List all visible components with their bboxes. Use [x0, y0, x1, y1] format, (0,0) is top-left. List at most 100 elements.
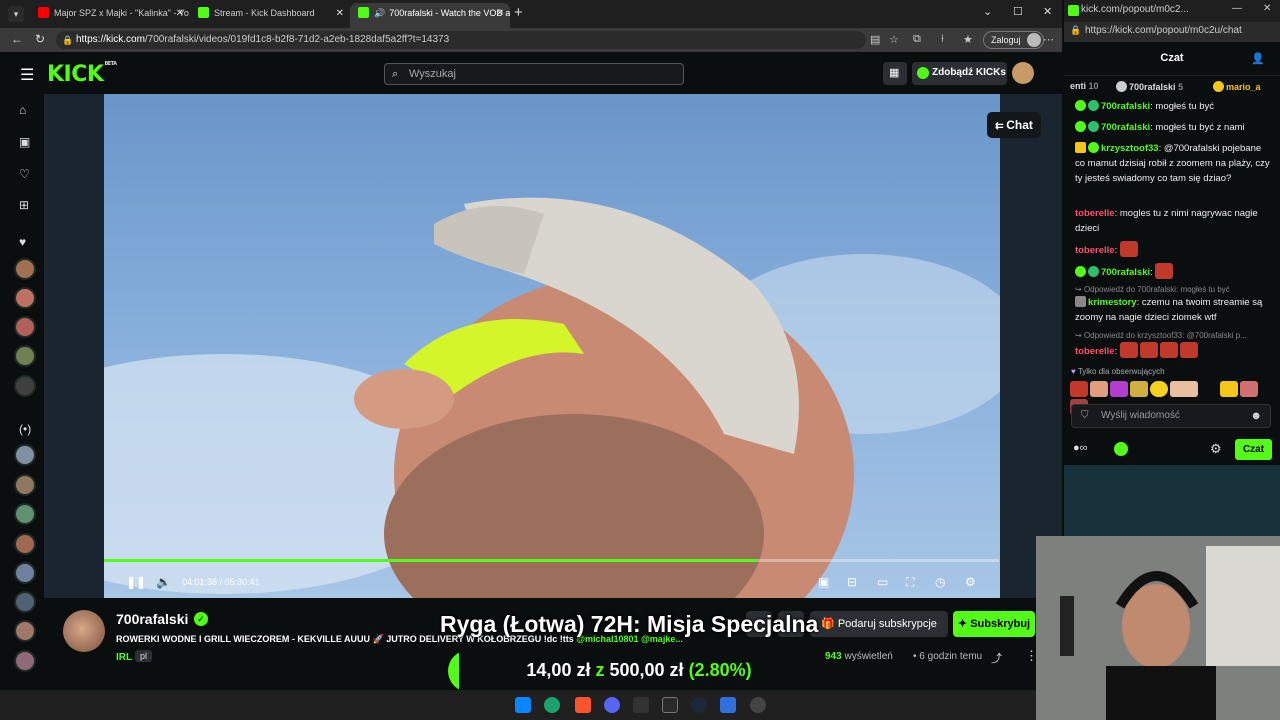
home-icon[interactable]: ⌂ — [19, 103, 26, 117]
user-settings-icon[interactable]: 👤 — [1251, 52, 1265, 65]
chat-settings-gear-icon[interactable]: ⚙ — [1210, 441, 1222, 457]
followed-channel-avatar[interactable] — [14, 345, 36, 367]
dashboard-button[interactable]: ▦ — [883, 62, 907, 85]
chat-username[interactable]: toberelle — [1075, 208, 1115, 219]
chat-username[interactable]: 700rafalski — [1101, 101, 1150, 112]
followed-channel-avatar[interactable] — [14, 287, 36, 309]
minimize-icon[interactable]: — — [1232, 3, 1242, 14]
chevron-down-icon[interactable]: ⌄ — [983, 5, 992, 18]
chat-username[interactable]: krzysztoof33 — [1101, 143, 1159, 154]
close-window-icon[interactable]: ✕ — [1263, 3, 1271, 14]
recommended-channel-avatar[interactable] — [14, 444, 36, 466]
get-kicks-button[interactable]: Zdobądź KICKs — [912, 62, 1007, 85]
category-link[interactable]: IRL — [116, 652, 132, 663]
extension-icon[interactable]: ⧉ — [913, 33, 921, 46]
chat-username[interactable]: 700rafalski — [1101, 122, 1150, 133]
chat-username[interactable]: krimestory — [1088, 297, 1137, 308]
more-menu-icon[interactable]: ⋯ — [1043, 33, 1054, 46]
recommended-channel-avatar[interactable] — [14, 503, 36, 525]
close-tab-icon[interactable]: ✕ — [336, 3, 344, 24]
media-app-icon[interactable] — [633, 697, 649, 713]
emote-icon[interactable] — [1070, 381, 1088, 397]
kicks-coin-icon[interactable] — [1114, 442, 1128, 456]
chat-message-input[interactable]: ⛉ Wyślij wiadomość ☻ — [1071, 404, 1271, 428]
followed-channel-avatar[interactable] — [14, 316, 36, 338]
user-avatar[interactable] — [1012, 62, 1034, 84]
star-icon[interactable]: ☆ — [889, 33, 899, 46]
reply-context[interactable]: ↪ Odpowiedź do krzysztoof33: @700rafalsk… — [1075, 331, 1247, 340]
kick-logo[interactable]: KICKBETA — [47, 61, 117, 87]
emote-icon[interactable] — [1200, 381, 1218, 397]
close-tab-icon[interactable]: ✕ — [496, 3, 504, 24]
pause-icon[interactable]: ❚❚ — [126, 575, 146, 589]
emote-icon[interactable] — [1130, 381, 1148, 397]
emote-icon[interactable] — [1150, 381, 1168, 397]
settings-gear-icon[interactable]: ⚙ — [965, 575, 976, 589]
emote-icon[interactable] — [1110, 381, 1128, 397]
chat-send-button[interactable]: Czat — [1235, 439, 1272, 460]
edge-icon[interactable] — [544, 697, 560, 713]
epic-games-icon[interactable] — [662, 697, 678, 713]
reload-icon[interactable]: ↻ — [35, 32, 45, 46]
tab-kick-dashboard[interactable]: Stream - Kick Dashboard ✕ — [190, 3, 350, 28]
miniplayer-icon[interactable]: ▣ — [818, 575, 829, 589]
followed-channel-avatar[interactable] — [14, 375, 36, 397]
obs-icon[interactable] — [750, 697, 766, 713]
recommended-channel-avatar[interactable] — [14, 533, 36, 555]
maximize-icon[interactable]: ☐ — [1013, 5, 1023, 18]
close-window-icon[interactable]: ✕ — [1043, 5, 1052, 18]
reader-icon[interactable]: ▤ — [870, 33, 880, 46]
favorites-icon[interactable]: ★ — [963, 33, 973, 46]
subscribe-button[interactable]: ✦ Subskrybuj — [953, 611, 1035, 637]
volume-icon[interactable]: 🔉 — [156, 575, 171, 589]
back-icon[interactable]: ← — [11, 32, 23, 46]
windows-start-icon[interactable] — [515, 697, 531, 713]
close-tab-icon[interactable]: ✕ — [176, 3, 184, 24]
followed-channel-avatar[interactable] — [14, 258, 36, 280]
streamer-avatar[interactable] — [63, 610, 105, 652]
search-input[interactable]: ⌕ Wyszukaj — [384, 63, 684, 85]
clip-icon[interactable]: ⊟ — [847, 575, 857, 589]
share-icon[interactable]: ⤴ — [991, 650, 1002, 666]
popout-url[interactable]: https://kick.com/popout/m0c2u/chat — [1085, 25, 1242, 36]
video-player[interactable] — [104, 94, 1000, 598]
emote-icon[interactable] — [1090, 381, 1108, 397]
video-progress-bar[interactable] — [104, 559, 999, 562]
emote-icon[interactable] — [1220, 381, 1238, 397]
chat-username[interactable]: toberelle — [1075, 245, 1115, 256]
recommended-channel-avatar[interactable] — [14, 620, 36, 642]
recommended-channel-avatar[interactable] — [14, 650, 36, 672]
streamer-name[interactable]: 700rafalski — [116, 611, 188, 627]
steam-icon[interactable] — [691, 697, 707, 713]
brave-icon[interactable] — [575, 697, 591, 713]
menu-icon[interactable]: ☰ — [20, 65, 34, 85]
following-icon[interactable]: ♡ — [19, 167, 30, 181]
chat-username[interactable]: 700rafalski — [1101, 267, 1150, 278]
browse-icon[interactable]: ▣ — [19, 135, 30, 149]
chat-toggle-button[interactable]: ⇇ Chat — [987, 112, 1041, 138]
categories-icon[interactable]: ⊞ — [19, 198, 29, 212]
tab-youtube[interactable]: Major SPZ x Majki - "Kalinka" - Yo ✕ — [30, 3, 190, 28]
kick-header: ☰ KICKBETA ⌕ Wyszukaj ▦ Zdobądź KICKs — [0, 52, 1062, 94]
split-icon[interactable]: ⟊ — [941, 33, 944, 46]
theatre-mode-icon[interactable]: ▭ — [877, 575, 888, 589]
tab-kick-vod[interactable]: 🔊 700rafalski - Watch the VOD a ✕ — [350, 3, 510, 28]
fullscreen-icon[interactable]: ⛶ — [906, 575, 914, 590]
emote-icon[interactable] — [1240, 381, 1258, 397]
app-icon[interactable] — [720, 697, 736, 713]
points-icon[interactable]: ●∞ — [1073, 442, 1088, 454]
recommended-channel-avatar[interactable] — [14, 591, 36, 613]
url-field[interactable]: 🔒 https://kick.com/700rafalski/videos/019… — [56, 31, 866, 49]
recommended-channel-avatar[interactable] — [14, 474, 36, 496]
tab-list-dropdown[interactable]: ▾ — [8, 6, 24, 22]
emoji-icon[interactable]: ☻ — [1250, 405, 1262, 427]
login-button[interactable]: Zaloguj — [983, 31, 1044, 49]
gift-subscription-button[interactable]: 🎁 Podaruj subskrypcje — [810, 611, 948, 637]
recommended-channel-avatar[interactable] — [14, 562, 36, 584]
speed-icon[interactable]: ◷ — [935, 575, 945, 589]
reply-context[interactable]: ↪ Odpowiedź do 700rafalski: mogłeś tu by… — [1075, 285, 1230, 294]
emote-icon[interactable] — [1170, 381, 1198, 397]
discord-icon[interactable] — [604, 697, 620, 713]
new-tab-button[interactable]: + — [514, 4, 523, 21]
chat-username[interactable]: toberelle — [1075, 346, 1115, 357]
